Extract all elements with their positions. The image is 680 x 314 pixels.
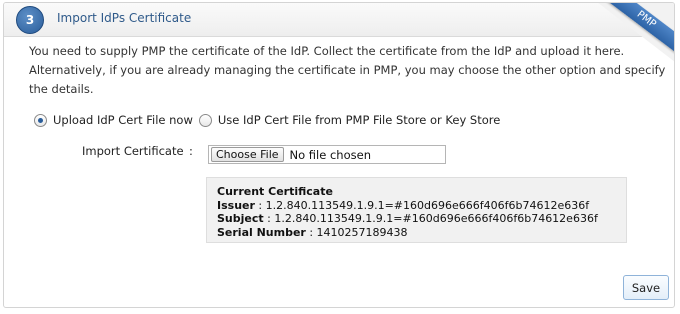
certificate-file-input[interactable]: Choose File No file chosen bbox=[208, 145, 446, 164]
use-file-store-radio[interactable] bbox=[198, 113, 212, 127]
issuer-row: Issuer : 1.2.840.113549.1.9.1=#160d696e6… bbox=[217, 199, 626, 213]
current-certificate-box: Current Certificate Issuer : 1.2.840.113… bbox=[206, 177, 627, 243]
import-certificate-colon: : bbox=[189, 144, 193, 158]
import-certificate-label: Import Certificate bbox=[82, 144, 184, 158]
choose-file-button[interactable]: Choose File bbox=[211, 147, 284, 162]
no-file-chosen-text: No file chosen bbox=[289, 147, 371, 162]
certificate-source-options: Upload IdP Cert File now Use IdP Cert Fi… bbox=[34, 113, 506, 127]
step-number-badge: 3 bbox=[16, 6, 44, 34]
subject-row: Subject : 1.2.840.113549.1.9.1=#160d696e… bbox=[217, 212, 626, 226]
panel-title: Import IdPs Certificate bbox=[57, 11, 192, 25]
save-button[interactable]: Save bbox=[623, 275, 669, 300]
issuer-label: Issuer bbox=[217, 198, 255, 212]
issuer-value: : 1.2.840.113549.1.9.1=#160d696e666f406f… bbox=[254, 198, 590, 212]
use-file-store-label[interactable]: Use IdP Cert File from PMP File Store or… bbox=[218, 113, 500, 127]
panel-header: 3 Import IdPs Certificate bbox=[4, 3, 674, 37]
serial-number-value: : 1410257189438 bbox=[305, 225, 408, 239]
current-certificate-heading: Current Certificate bbox=[217, 185, 333, 198]
upload-now-label[interactable]: Upload IdP Cert File now bbox=[53, 113, 193, 127]
serial-number-row: Serial Number : 1410257189438 bbox=[217, 226, 626, 240]
serial-number-label: Serial Number bbox=[217, 225, 306, 239]
subject-label: Subject bbox=[217, 212, 264, 225]
subject-value: : 1.2.840.113549.1.9.1=#160d696e666f406f… bbox=[263, 212, 598, 225]
instructions-text: You need to supply PMP the certificate o… bbox=[29, 44, 666, 96]
upload-now-radio[interactable] bbox=[34, 113, 47, 127]
import-idp-certificate-panel: 3 Import IdPs Certificate PMP You need t… bbox=[3, 2, 675, 308]
